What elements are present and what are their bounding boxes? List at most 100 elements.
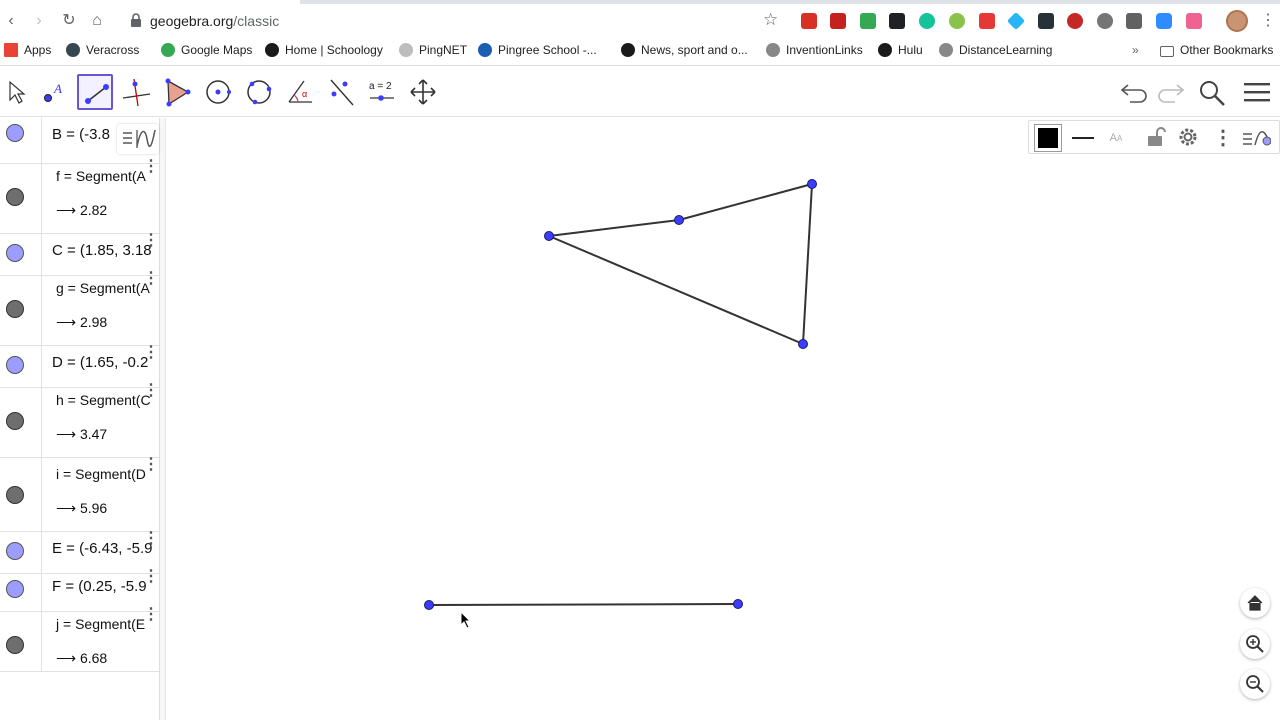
algebra-row[interactable]: g = Segment(A ⟶ 2.98 ⋮ (0, 266, 159, 346)
extension-icon[interactable] (979, 13, 995, 29)
algebra-row[interactable]: f = Segment(A ⟶ 2.82 ⋮ (0, 154, 159, 234)
point-f[interactable] (733, 599, 743, 609)
algebra-definition[interactable]: E = (-6.43, -5.9 (52, 540, 152, 557)
settings-gear-icon[interactable] (1177, 126, 1199, 153)
bookmark-item[interactable]: InventionLinks (766, 43, 863, 57)
extension-icon[interactable] (1097, 13, 1113, 29)
lock-toggle-icon[interactable] (1144, 126, 1166, 153)
visibility-toggle-marble[interactable] (6, 486, 24, 504)
algebra-definition[interactable]: D = (1.65, -0.2 (52, 354, 148, 371)
view-divider[interactable] (160, 118, 166, 720)
bookmark-item[interactable]: DistanceLearning (939, 43, 1052, 57)
circle-three-points-tool-button[interactable] (241, 74, 277, 110)
algebra-definition[interactable]: B = (-3.8 (52, 126, 110, 143)
segment-g[interactable] (678, 183, 813, 221)
angle-tool-button[interactable]: α (282, 74, 318, 110)
main-menu-icon[interactable] (1243, 80, 1271, 109)
visibility-toggle-marble[interactable] (6, 300, 24, 318)
zoom-extension-icon[interactable] (1156, 13, 1172, 29)
profile-avatar[interactable] (1226, 10, 1248, 32)
search-icon[interactable] (1198, 79, 1226, 112)
extension-icon[interactable] (801, 13, 817, 29)
segment-i[interactable] (548, 235, 804, 345)
grammarly-icon[interactable] (919, 13, 935, 29)
zoom-out-button[interactable] (1240, 669, 1270, 699)
visibility-toggle-marble[interactable] (6, 412, 24, 430)
move-graphics-tool-button[interactable] (405, 74, 441, 110)
bookmark-item[interactable]: Pingree School -... (478, 43, 597, 57)
extension-icon[interactable] (889, 13, 905, 29)
slider-tool-button[interactable]: a = 2 (364, 74, 400, 110)
algebra-definition[interactable]: f = Segment(A (56, 168, 146, 184)
browser-menu-icon[interactable]: ⋮ (1260, 10, 1276, 30)
algebra-definition[interactable]: j = Segment(E (56, 616, 145, 632)
visibility-toggle-marble[interactable] (6, 542, 24, 560)
bookmark-item[interactable]: Hulu (878, 43, 923, 57)
reload-icon[interactable]: ↻ (60, 12, 78, 30)
address-bar[interactable]: geogebra.org/classic (150, 13, 279, 29)
row-menu-icon[interactable]: ⋮ (143, 268, 159, 288)
other-bookmarks-folder[interactable]: Other Bookmarks (1160, 43, 1273, 57)
label-style-icon[interactable]: AA (1102, 124, 1130, 152)
circle-center-tool-button[interactable] (200, 74, 236, 110)
bookmark-item[interactable]: Home | Schoology (265, 43, 383, 57)
point-m[interactable] (674, 215, 684, 225)
segment-f[interactable] (548, 219, 680, 237)
back-icon[interactable]: ‹ (2, 12, 20, 30)
redo-icon[interactable] (1155, 79, 1185, 110)
segment-tool-button[interactable] (77, 74, 113, 110)
row-menu-icon[interactable]: ⋮ (143, 380, 159, 400)
visibility-toggle-marble[interactable] (6, 636, 24, 654)
extension-icon[interactable] (1126, 13, 1142, 29)
visibility-toggle-marble[interactable] (6, 188, 24, 206)
home-icon[interactable]: ⌂ (88, 12, 106, 30)
visibility-toggle-marble[interactable] (6, 580, 24, 598)
row-menu-icon[interactable]: ⋮ (143, 156, 159, 176)
standard-view-button[interactable] (1240, 588, 1270, 618)
row-menu-icon[interactable]: ⋮ (143, 566, 159, 586)
bookmark-item[interactable]: Veracross (66, 43, 139, 57)
perpendicular-line-tool-button[interactable] (118, 74, 154, 110)
row-menu-icon[interactable]: ⋮ (143, 604, 159, 624)
bookmark-item[interactable]: Google Maps (161, 43, 252, 57)
point-b[interactable] (807, 179, 817, 189)
algebra-row[interactable]: h = Segment(C ⟶ 3.47 ⋮ (0, 378, 159, 458)
extension-icon[interactable] (1186, 13, 1202, 29)
algebra-view-toggle-button[interactable] (117, 124, 159, 154)
polygon-tool-button[interactable] (159, 74, 195, 110)
extension-icon[interactable] (949, 13, 965, 29)
algebra-definition[interactable]: C = (1.85, 3.18 (52, 242, 152, 259)
reflect-tool-button[interactable] (323, 74, 359, 110)
move-tool-button[interactable] (0, 74, 36, 110)
segment-h[interactable] (802, 183, 813, 345)
adblock-icon[interactable] (1067, 13, 1083, 29)
extension-icon[interactable] (860, 13, 876, 29)
visibility-toggle-marble[interactable] (6, 244, 24, 262)
bookmark-item[interactable]: News, sport and o... (621, 43, 748, 57)
extension-icon[interactable] (1006, 11, 1026, 31)
point-tool-button[interactable]: A (36, 74, 72, 110)
forward-icon[interactable]: › (30, 12, 48, 30)
row-menu-icon[interactable]: ⋮ (143, 528, 159, 548)
row-menu-icon[interactable]: ⋮ (143, 454, 159, 474)
bookmark-item[interactable]: PingNET (399, 43, 467, 57)
algebra-definition[interactable]: F = (0.25, -5.9 (52, 578, 147, 595)
algebra-row[interactable]: i = Segment(D ⟶ 5.96 ⋮ (0, 452, 159, 532)
more-options-icon[interactable]: ⋮ (1213, 125, 1233, 150)
extension-icon[interactable] (1038, 13, 1054, 29)
visibility-toggle-marble[interactable] (6, 356, 24, 374)
point-a[interactable] (544, 231, 554, 241)
geometry-canvas[interactable] (167, 118, 1280, 720)
graphics-view[interactable] (167, 118, 1280, 720)
more-bookmarks-button[interactable]: » (1132, 43, 1139, 57)
zoom-in-button[interactable] (1240, 629, 1270, 659)
bookmark-item[interactable]: Apps (4, 43, 51, 57)
row-menu-icon[interactable]: ⋮ (143, 342, 159, 362)
gmail-icon[interactable] (830, 13, 846, 29)
point-c[interactable] (798, 339, 808, 349)
algebra-row[interactable]: j = Segment(E ⟶ 6.68 ⋮ (0, 602, 159, 672)
line-style-button[interactable] (1069, 124, 1097, 152)
algebra-definition[interactable]: g = Segment(A (56, 280, 150, 296)
algebra-toggle-icon[interactable] (1241, 125, 1272, 156)
row-menu-icon[interactable]: ⋮ (143, 230, 159, 250)
